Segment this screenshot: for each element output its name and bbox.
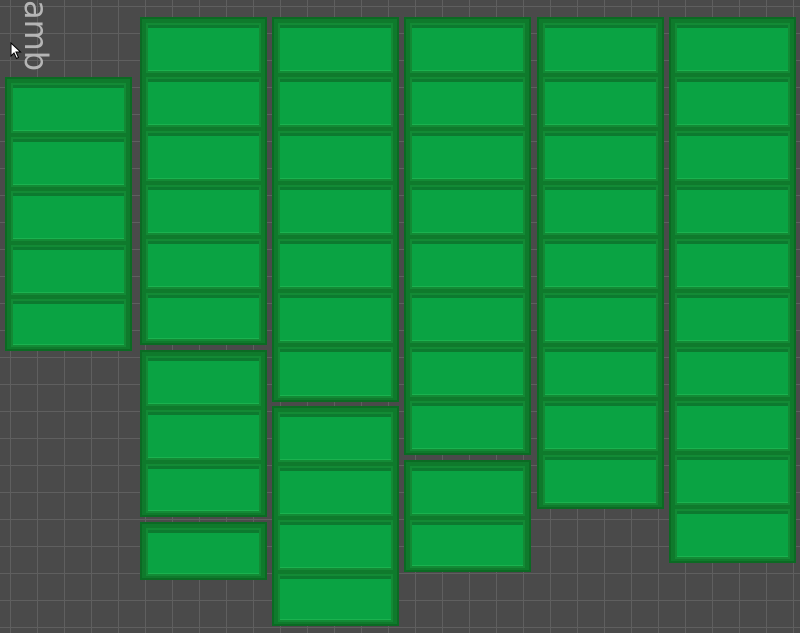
object-group[interactable]	[669, 17, 796, 563]
tile-object[interactable]	[410, 520, 525, 568]
object-group[interactable]	[5, 77, 132, 351]
tile-object[interactable]	[146, 293, 261, 341]
tile-object[interactable]	[410, 23, 525, 73]
tile-object[interactable]	[146, 528, 261, 576]
tile-object[interactable]	[410, 131, 525, 181]
tile-object[interactable]	[675, 293, 790, 343]
tile-object[interactable]	[278, 293, 393, 343]
tile-object[interactable]	[278, 347, 393, 398]
object-group[interactable]	[404, 460, 531, 572]
tile-object[interactable]	[146, 239, 261, 289]
tile-object[interactable]	[146, 185, 261, 235]
tile-object[interactable]	[675, 23, 790, 73]
tile-object[interactable]	[675, 131, 790, 181]
tile-object[interactable]	[675, 401, 790, 451]
build-plate-viewport[interactable]: amb l Plate	[0, 0, 800, 633]
tile-object[interactable]	[11, 137, 126, 187]
tile-object[interactable]	[11, 191, 126, 241]
tile-object[interactable]	[543, 185, 658, 235]
tile-object[interactable]	[146, 77, 261, 127]
tile-object[interactable]	[278, 466, 393, 516]
tile-object[interactable]	[543, 23, 658, 73]
tile-object[interactable]	[278, 23, 393, 73]
mouse-pointer-icon	[10, 42, 22, 60]
tile-object[interactable]	[410, 401, 525, 451]
tile-object[interactable]	[675, 239, 790, 289]
tile-object[interactable]	[543, 77, 658, 127]
tile-object[interactable]	[543, 239, 658, 289]
tile-object[interactable]	[278, 77, 393, 127]
tile-object[interactable]	[675, 347, 790, 397]
tile-object[interactable]	[675, 185, 790, 235]
object-group[interactable]	[140, 522, 267, 580]
tile-object[interactable]	[410, 293, 525, 343]
tile-object[interactable]	[675, 77, 790, 127]
tile-object[interactable]	[146, 131, 261, 181]
tile-object[interactable]	[278, 185, 393, 235]
object-group[interactable]	[272, 17, 399, 402]
tile-object[interactable]	[675, 509, 790, 559]
tile-object[interactable]	[11, 299, 126, 347]
tile-object[interactable]	[278, 239, 393, 289]
tile-object[interactable]	[675, 455, 790, 505]
tile-object[interactable]	[410, 466, 525, 516]
tile-object[interactable]	[278, 574, 393, 622]
tile-object[interactable]	[11, 83, 126, 133]
tile-object[interactable]	[410, 185, 525, 235]
tile-object[interactable]	[278, 412, 393, 462]
object-group[interactable]	[272, 406, 399, 626]
tile-object[interactable]	[543, 347, 658, 397]
tile-object[interactable]	[146, 23, 261, 73]
tile-object[interactable]	[410, 347, 525, 397]
tile-object[interactable]	[278, 131, 393, 181]
tile-object[interactable]	[543, 401, 658, 451]
object-group[interactable]	[404, 17, 531, 455]
tile-object[interactable]	[543, 131, 658, 181]
tile-object[interactable]	[278, 520, 393, 570]
tile-object[interactable]	[146, 410, 261, 460]
tile-object[interactable]	[543, 293, 658, 343]
tile-object[interactable]	[146, 464, 261, 513]
tile-object[interactable]	[11, 245, 126, 295]
tile-object[interactable]	[543, 455, 658, 505]
object-group[interactable]	[140, 350, 267, 517]
object-group[interactable]	[140, 17, 267, 345]
tile-object[interactable]	[146, 356, 261, 406]
tile-object[interactable]	[410, 239, 525, 289]
tile-object[interactable]	[410, 77, 525, 127]
object-group[interactable]	[537, 17, 664, 509]
